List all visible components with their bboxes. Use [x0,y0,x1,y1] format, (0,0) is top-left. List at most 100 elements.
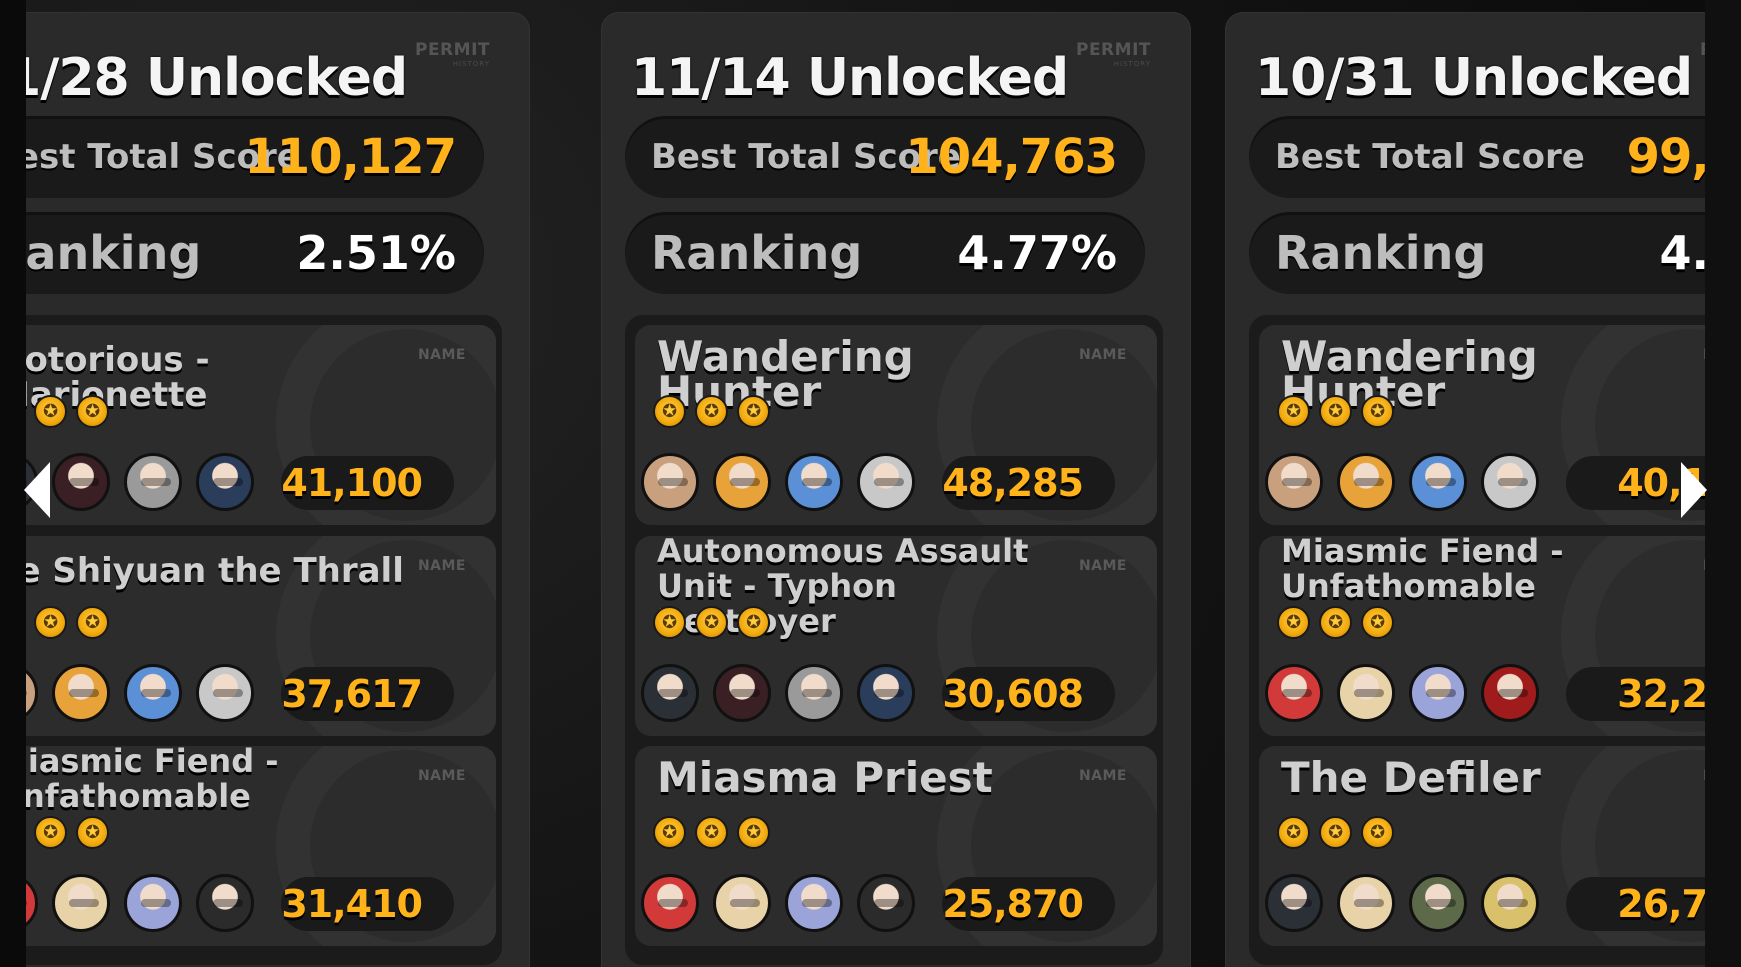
avatar-white-mask[interactable] [785,664,843,722]
boss-name: Miasmic Fiend - Unfathomable [26,746,279,815]
previous-arrow-icon[interactable] [24,462,50,518]
avatar-blue-hair[interactable] [124,664,182,722]
best-total-score-value: 99,2 [1626,129,1705,185]
best-total-score-value: 104,763 [905,129,1118,185]
avatar-blonde-pale[interactable] [1337,874,1395,932]
avatar-shark-bangboo[interactable] [857,664,915,722]
avatar-orange-hair[interactable] [713,453,771,511]
avatar-red-hair[interactable] [26,874,38,932]
record-card[interactable]: 11/28 Unlocked PERMITHISTORY Best Total Sc… [26,12,530,967]
star-icon: ✪ [695,606,728,639]
name-tag: NAME [417,347,466,363]
avatar-white-bangboo[interactable] [196,664,254,722]
card-title: 11/14 Unlocked [631,48,1069,108]
boss-entry[interactable]: Miasma Priest NAME ✪ ✪ ✪ 25,870 [635,746,1157,946]
boss-entry[interactable]: Wandering Hunter NAME ✪ ✪ ✪ 48,285 [635,325,1157,525]
avatar-black-hair-red[interactable] [713,664,771,722]
avatar-red-bangboo[interactable] [1481,664,1539,722]
permit-label: PERMIT [1075,40,1151,60]
star-icon: ✪ [76,816,109,849]
boss-list: Wandering Hunter NAME ✪ ✪ ✪ 48,285 Autonomous … [625,315,1163,965]
star-icon: ✪ [695,395,728,428]
star-icon: ✪ [737,395,770,428]
boss-entry[interactable]: Miasmic Fiend - Unfathomable NAME ✪ ✪ ✪ 32,2 [1259,536,1705,736]
boss-name: Ye Shiyuan the Thrall [26,551,404,591]
avatar-blonde-pale[interactable] [52,874,110,932]
ranking-label: Ranking [26,226,202,280]
avatar-lavender-hair[interactable] [785,874,843,932]
avatar-shark-bangboo[interactable] [196,453,254,511]
boss-entry[interactable]: The Defiler NAME ✪ ✪ ✪ 26,7 [1259,746,1705,946]
boss-entry[interactable]: Miasmic Fiend - UnfathomableNAME✪✪✪31,41… [26,746,496,946]
avatar-black-hair-red[interactable] [52,453,110,511]
avatar-blue-hair[interactable] [1409,453,1467,511]
star-rating: ✪ ✪ ✪ [1277,816,1394,849]
star-icon: ✪ [695,816,728,849]
ranking-row: Ranking 2.51% [26,212,484,294]
star-icon: ✪ [1277,816,1310,849]
avatar-lavender-hair[interactable] [124,874,182,932]
boss-score: 48,285 [942,456,1115,510]
team-avatars [1265,664,1539,722]
boss-score: 31,410 [281,877,454,931]
ranking-row: Ranking 4.77% [625,212,1145,294]
star-icon: ✪ [653,816,686,849]
ranking-value: 4.7 [1659,226,1706,280]
star-icon: ✪ [737,816,770,849]
next-arrow-icon[interactable] [1681,462,1707,518]
avatar-blonde-pale[interactable] [713,874,771,932]
avatar-penguin-bangboo[interactable] [196,874,254,932]
team-avatars [26,874,254,932]
permit-label: PERMIT [1700,42,1705,59]
star-icon: ✪ [1319,395,1352,428]
team-avatars [641,453,915,511]
avatar-dark-hair[interactable] [641,664,699,722]
card-title: 10/31 Unlocked [1255,48,1693,108]
avatar-lavender-hair[interactable] [1409,664,1467,722]
avatar-orange-hair[interactable] [1337,453,1395,511]
avatar-blonde-soft[interactable] [1265,453,1323,511]
avatar-gear-bangboo[interactable] [1481,874,1539,932]
star-rating: ✪ ✪ ✪ [653,816,770,849]
star-icon: ✪ [1277,606,1310,639]
avatar-white-bangboo[interactable] [857,453,915,511]
avatar-red-hair[interactable] [1265,664,1323,722]
ranking-label: Ranking [651,226,863,280]
avatar-penguin-bangboo[interactable] [857,874,915,932]
boss-name: Miasmic Fiend - Unfathomable [1281,536,1564,605]
avatar-orange-hair[interactable] [52,664,110,722]
boss-score: 26,7 [1566,877,1705,931]
carousel-viewport[interactable]: 11/28 UnlockedPERMITHISTORYBest Total Sc… [26,0,1705,967]
record-card[interactable]: 10/31 Unlocked PERMIT HISTORY Best Total Sc… [1225,12,1705,967]
boss-name: The Defiler [1281,753,1541,802]
avatar-blonde-soft[interactable] [641,453,699,511]
avatar-blue-hair[interactable] [785,453,843,511]
boss-entry[interactable]: Notorious - MarionetteNAME✪✪✪41,100 [26,325,496,525]
best-total-score-row: Best Total Score 104,763 [625,116,1145,198]
boss-entry[interactable]: Autonomous Assault Unit - Typhon Destroy… [635,536,1157,736]
name-tag: NAME [1078,768,1127,784]
avatar-goggles[interactable] [1409,874,1467,932]
boss-entry[interactable]: Ye Shiyuan the ThrallNAME✪✪✪37,617 [26,536,496,736]
star-icon: ✪ [1361,395,1394,428]
boss-entry[interactable]: Wandering HunterNAME✪✪✪40,1 [1259,325,1705,525]
team-avatars [1265,874,1539,932]
star-icon: ✪ [34,395,67,428]
boss-score: 41,100 [281,456,454,510]
avatar-red-hair[interactable] [641,874,699,932]
record-card[interactable]: 11/14 Unlocked PERMIT HISTORY Best Total Sc… [601,12,1191,967]
avatar-dark-hair[interactable] [1265,874,1323,932]
avatar-blonde-pale[interactable] [1337,664,1395,722]
boss-score: 37,617 [281,667,454,721]
star-rating: ✪ ✪ ✪ [1277,395,1394,428]
star-icon: ✪ [76,395,109,428]
card-title: 11/28 Unlocked [26,48,408,108]
avatar-white-bangboo[interactable] [1481,453,1539,511]
avatar-white-mask[interactable] [124,453,182,511]
boss-score: 30,608 [942,667,1115,721]
best-total-score-value: 110,127 [244,129,457,185]
team-avatars [26,664,254,722]
avatar-blonde-soft[interactable] [26,664,38,722]
name-tag: NAME [1078,347,1127,363]
name-tag: NAME [417,768,466,784]
